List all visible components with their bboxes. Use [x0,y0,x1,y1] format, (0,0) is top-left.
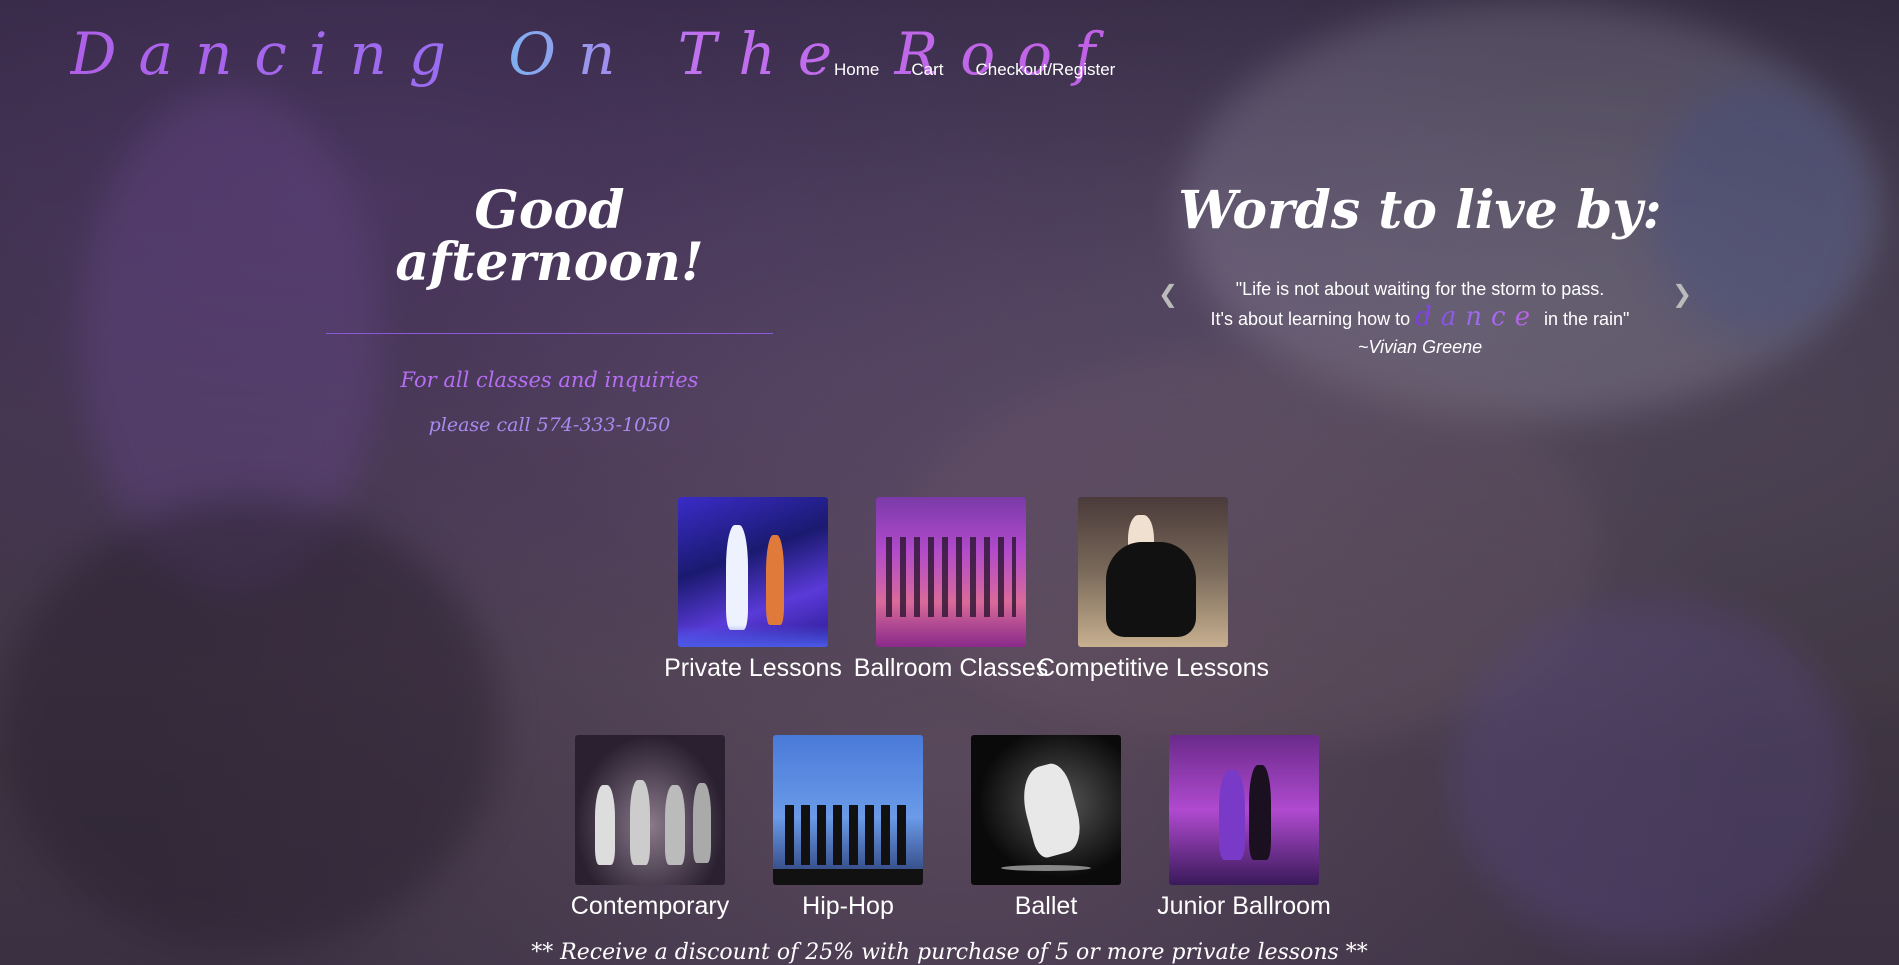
private-lessons-image[interactable] [678,497,828,647]
class-tile-private-lessons[interactable]: Private Lessons [664,497,842,682]
quote-author: ~Vivian Greene [1357,337,1483,357]
hip-hop-image[interactable] [773,735,923,885]
class-label[interactable]: Hip-Hop [802,892,894,921]
quote-title: Words to live by: [1178,180,1662,241]
nav-home[interactable]: Home [834,60,879,80]
competitive-lessons-image[interactable] [1078,497,1228,647]
promo-text: ** Receive a discount of 25% with purcha… [531,940,1368,965]
quote-text: "Life is not about waiting for the storm… [1150,275,1690,361]
class-tile-contemporary[interactable]: Contemporary [571,735,729,920]
class-label[interactable]: Ballet [1015,892,1078,921]
divider [326,333,773,334]
class-tile-ballroom-classes[interactable]: Ballroom Classes [854,497,1048,682]
contact-line-1: For all classes and inquiries [400,368,699,392]
contact-line-2: please call 574-333-1050 [428,414,671,436]
class-tile-hip-hop[interactable]: Hip-Hop [773,735,923,920]
class-label[interactable]: Ballroom Classes [854,654,1049,683]
quote-line-2-start: It's about learning how to [1210,309,1411,329]
ballroom-classes-image[interactable] [876,497,1026,647]
class-label[interactable]: Private Lessons [664,654,842,683]
quote-carousel: Words to live by: "Life is not about wai… [1150,185,1690,361]
nav-checkout-register[interactable]: Checkout/Register [975,60,1115,80]
class-label[interactable]: Contemporary [571,892,729,921]
ballet-image[interactable] [971,735,1121,885]
dance-word: dance [1415,302,1539,332]
quote-line-1: "Life is not about waiting for the storm… [1235,279,1605,299]
class-tile-junior-ballroom[interactable]: Junior Ballroom [1157,735,1331,920]
background-photo [0,0,1899,965]
main-nav: Home Cart Checkout/Register [834,60,1115,80]
nav-cart[interactable]: Cart [911,60,943,80]
greeting-section: Good afternoon! For all classes and inqu… [326,185,773,436]
junior-ballroom-image[interactable] [1169,735,1319,885]
class-label[interactable]: Junior Ballroom [1157,892,1331,921]
class-tile-competitive-lessons[interactable]: Competitive Lessons [1037,497,1269,682]
class-label[interactable]: Competitive Lessons [1037,654,1269,683]
quote-line-2: It's about learning how to dance in the … [1150,303,1690,333]
class-tile-ballet[interactable]: Ballet [971,735,1121,920]
greeting-title: Good afternoon! [395,180,704,293]
contemporary-image[interactable] [575,735,725,885]
quote-line-2-end: in the rain" [1544,309,1630,329]
